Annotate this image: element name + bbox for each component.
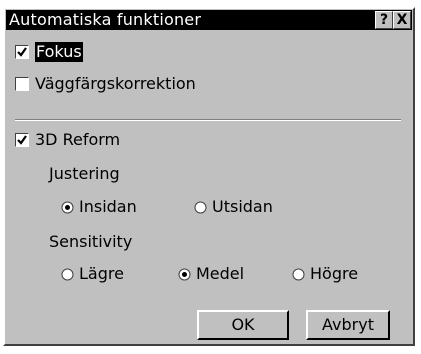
insidan-radio[interactable]	[61, 201, 74, 214]
fokus-checkbox[interactable]	[15, 45, 29, 59]
cancel-button[interactable]: Avbryt	[306, 310, 390, 340]
hogre-radio[interactable]	[292, 268, 305, 281]
checkmark-icon	[17, 47, 27, 57]
3d-reform-checkbox[interactable]	[15, 133, 29, 147]
wall-color-checkbox[interactable]	[15, 77, 29, 91]
hogre-label[interactable]: Högre	[310, 264, 358, 284]
fokus-label[interactable]: Fokus	[35, 42, 83, 62]
auto-functions-dialog: Automatiska funktioner ? X Fokus Väggfär…	[3, 7, 415, 346]
dialog-title: Automatiska funktioner	[9, 10, 202, 29]
separator-highlight	[15, 120, 401, 121]
utsidan-label[interactable]: Utsidan	[212, 197, 273, 217]
medel-radio[interactable]	[178, 268, 191, 281]
lagre-label[interactable]: Lägre	[79, 264, 124, 284]
checkmark-icon	[17, 135, 27, 145]
wall-color-label[interactable]: Väggfärgskorrektion	[35, 74, 196, 94]
medel-label[interactable]: Medel	[196, 264, 244, 284]
lagre-radio[interactable]	[61, 268, 74, 281]
3d-reform-label[interactable]: 3D Reform	[35, 130, 120, 150]
utsidan-radio[interactable]	[194, 201, 207, 214]
justering-label: Justering	[49, 164, 120, 183]
sensitivity-label: Sensitivity	[49, 232, 133, 251]
ok-button[interactable]: OK	[197, 310, 289, 340]
close-button[interactable]: X	[393, 11, 411, 29]
title-bar: Automatiska funktioner ? X	[6, 10, 412, 30]
insidan-label[interactable]: Insidan	[79, 197, 137, 217]
help-button[interactable]: ?	[375, 11, 393, 29]
